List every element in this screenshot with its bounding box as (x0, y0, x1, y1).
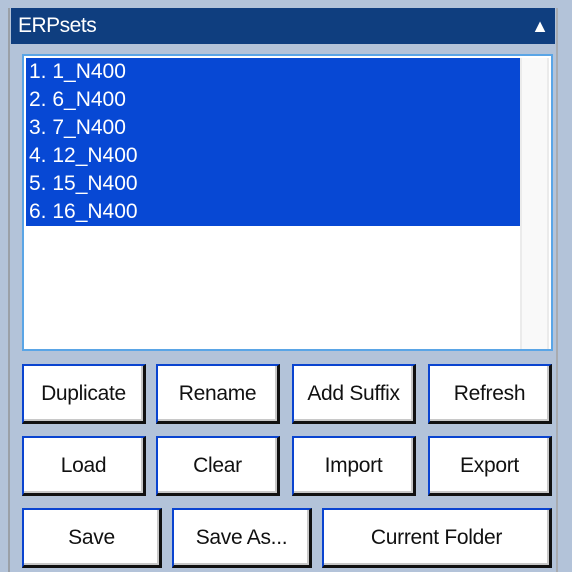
save-button[interactable]: Save (22, 508, 162, 568)
load-button[interactable]: Load (22, 436, 146, 496)
current-folder-button[interactable]: Current Folder (322, 508, 552, 568)
panel-header: ERPsets ▲ (11, 8, 555, 44)
export-button[interactable]: Export (428, 436, 552, 496)
list-scrollbar[interactable] (520, 58, 549, 349)
erpset-list-item[interactable]: 2. 6_N400 (26, 86, 521, 114)
erpset-listbox[interactable]: 1. 1_N400 2. 6_N400 3. 7_N400 4. 12_N400… (22, 54, 553, 351)
erpset-list: 1. 1_N400 2. 6_N400 3. 7_N400 4. 12_N400… (26, 58, 521, 226)
panel-title: ERPsets (18, 14, 97, 37)
refresh-button[interactable]: Refresh (428, 364, 552, 424)
erpset-list-item[interactable]: 1. 1_N400 (26, 58, 521, 86)
panel-left-edge (8, 8, 10, 572)
erpset-list-item[interactable]: 6. 16_N400 (26, 198, 521, 226)
erpset-list-item[interactable]: 3. 7_N400 (26, 114, 521, 142)
erpset-list-item[interactable]: 5. 15_N400 (26, 170, 521, 198)
import-button[interactable]: Import (292, 436, 416, 496)
add-suffix-button[interactable]: Add Suffix (292, 364, 416, 424)
erpset-list-item[interactable]: 4. 12_N400 (26, 142, 521, 170)
duplicate-button[interactable]: Duplicate (22, 364, 146, 424)
save-as-button[interactable]: Save As... (172, 508, 312, 568)
rename-button[interactable]: Rename (156, 364, 280, 424)
collapse-triangle-icon[interactable]: ▲ (531, 17, 549, 35)
clear-button[interactable]: Clear (156, 436, 280, 496)
panel-right-edge (556, 8, 558, 572)
